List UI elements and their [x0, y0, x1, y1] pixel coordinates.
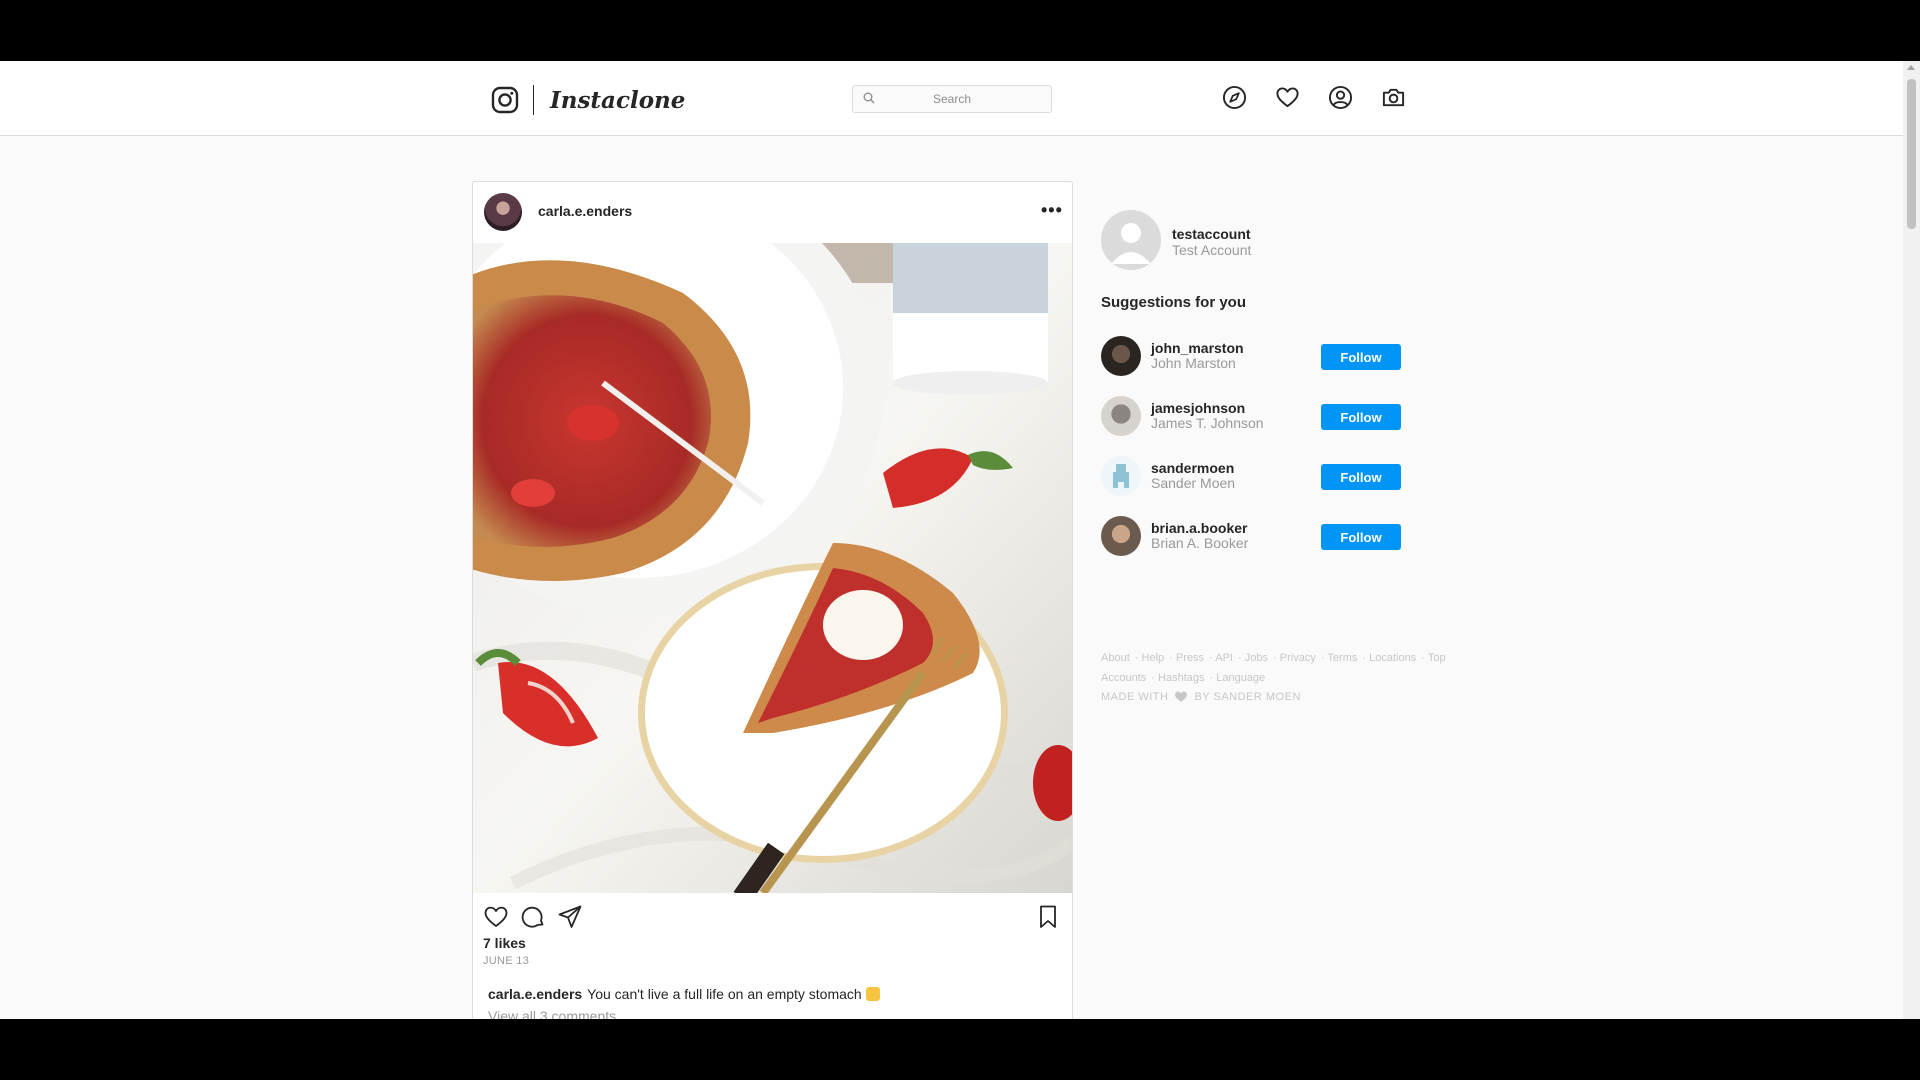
camera-icon[interactable]: [1381, 85, 1406, 110]
post-header: carla.e.enders •••: [473, 182, 1072, 242]
like-count[interactable]: 7 likes: [483, 935, 526, 951]
made-with-credit: MADE WITH BY SANDER MOEN: [1101, 690, 1301, 703]
post-image[interactable]: [473, 243, 1072, 893]
post-actions: [483, 904, 1063, 930]
app-viewport: Instaclone Search carla.e.enders ••• 7 l…: [0, 61, 1920, 1019]
logo[interactable]: Instaclone: [491, 85, 685, 115]
current-username[interactable]: testaccount: [1172, 226, 1251, 242]
footer-link-press[interactable]: Press: [1176, 652, 1204, 664]
suggestion-username[interactable]: brian.a.booker: [1151, 520, 1247, 536]
footer-link-api[interactable]: API: [1215, 652, 1233, 664]
made-with-suffix: BY SANDER MOEN: [1194, 690, 1301, 703]
avatar[interactable]: [1101, 456, 1141, 496]
share-send-icon[interactable]: [557, 904, 583, 930]
list-item: brian.a.booker Brian A. Booker Follow: [1101, 516, 1461, 576]
post-username[interactable]: carla.e.enders: [538, 203, 632, 219]
suggestion-full-name: Brian A. Booker: [1151, 535, 1249, 551]
logo-divider: [533, 85, 534, 115]
post-photo-illustration: [473, 243, 1072, 893]
avatar[interactable]: [484, 193, 522, 231]
footer-link-language[interactable]: Language: [1216, 672, 1265, 684]
instagram-logo-icon: [491, 86, 519, 114]
search-input[interactable]: [890, 91, 1014, 107]
avatar[interactable]: [1101, 210, 1161, 270]
caption-text: You can't live a full life on an empty s…: [587, 986, 862, 1002]
suggestion-username[interactable]: jamesjohnson: [1151, 400, 1245, 416]
nav-icons: [1222, 85, 1406, 110]
default-avatar-icon: [1101, 210, 1161, 270]
heart-icon: [1175, 691, 1188, 702]
bookmark-icon[interactable]: [1035, 904, 1061, 930]
suggestion-full-name: Sander Moen: [1151, 475, 1236, 491]
top-navbar: Instaclone: [0, 61, 1903, 136]
suggestions-list: john_marston John Marston Follow jamesjo…: [1101, 336, 1461, 576]
comment-icon[interactable]: [520, 904, 546, 930]
list-item: john_marston John Marston Follow: [1101, 336, 1461, 396]
footer-link-hashtags[interactable]: Hashtags: [1158, 672, 1204, 684]
feed-post: carla.e.enders ••• 7 likes JUNE 13 carla…: [472, 181, 1073, 1019]
footer-link-help[interactable]: Help: [1142, 652, 1165, 664]
suggestion-full-name: James T. Johnson: [1151, 415, 1264, 431]
post-caption: carla.e.enders You can't live a full life…: [488, 986, 880, 1002]
footer-link-jobs[interactable]: Jobs: [1245, 652, 1268, 664]
current-full-name: Test Account: [1172, 242, 1252, 258]
scroll-up-arrow-icon[interactable]: [1907, 65, 1915, 70]
current-user: testaccount Test Account: [1101, 210, 1461, 270]
suggestion-username[interactable]: john_marston: [1151, 340, 1244, 356]
caption-username[interactable]: carla.e.enders: [488, 986, 582, 1002]
footer-link-privacy[interactable]: Privacy: [1280, 652, 1316, 664]
follow-button[interactable]: Follow: [1321, 524, 1401, 550]
suggestion-full-name: John Marston: [1151, 355, 1236, 371]
emoji-icon: [865, 987, 880, 1001]
made-with-prefix: MADE WITH: [1101, 690, 1169, 703]
follow-button[interactable]: Follow: [1321, 344, 1401, 370]
pixel-avatar-icon: [1113, 464, 1129, 488]
avatar[interactable]: [1101, 516, 1141, 556]
compass-icon[interactable]: [1222, 85, 1247, 110]
scrollbar-thumb[interactable]: [1907, 79, 1916, 229]
search-box[interactable]: [852, 85, 1052, 113]
footer-link-locations[interactable]: Locations: [1369, 652, 1416, 664]
follow-button[interactable]: Follow: [1321, 404, 1401, 430]
heart-icon[interactable]: [1275, 85, 1300, 110]
vertical-scrollbar[interactable]: [1903, 61, 1920, 1019]
avatar[interactable]: [1101, 396, 1141, 436]
suggestion-username[interactable]: sandermoen: [1151, 460, 1234, 476]
user-circle-icon[interactable]: [1328, 85, 1353, 110]
follow-button[interactable]: Follow: [1321, 464, 1401, 490]
suggestions-heading: Suggestions for you: [1101, 294, 1247, 311]
avatar[interactable]: [1101, 336, 1141, 376]
list-item: jamesjohnson James T. Johnson Follow: [1101, 396, 1461, 456]
footer-link-about[interactable]: About: [1101, 652, 1130, 664]
search-icon: [863, 92, 875, 104]
footer-links: About · Help · Press · API · Jobs · Priv…: [1101, 652, 1446, 684]
list-item: sandermoen Sander Moen Follow: [1101, 456, 1461, 516]
view-all-comments-link[interactable]: View all 3 comments: [488, 1008, 616, 1019]
footer-link-terms[interactable]: Terms: [1327, 652, 1357, 664]
like-heart-icon[interactable]: [483, 904, 509, 930]
app-wordmark: Instaclone: [550, 86, 686, 114]
more-options-icon[interactable]: •••: [1041, 200, 1063, 221]
post-date: JUNE 13: [483, 955, 530, 967]
